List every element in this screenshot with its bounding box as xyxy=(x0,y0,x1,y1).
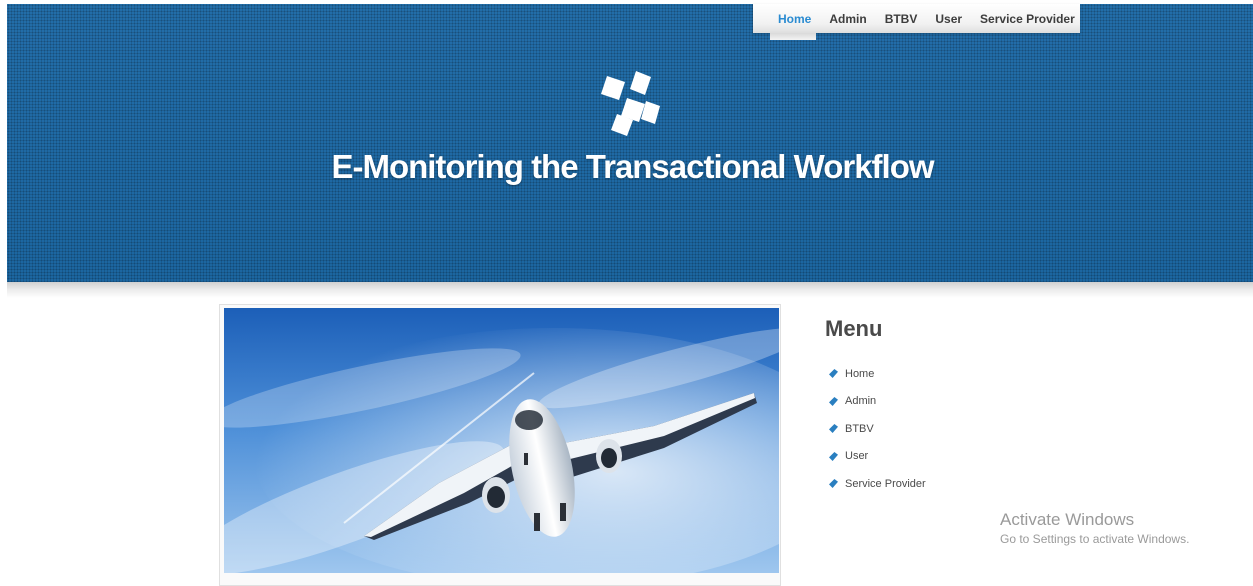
watermark-title: Activate Windows xyxy=(1000,510,1135,529)
bullet-icon xyxy=(829,479,838,489)
bullet-icon xyxy=(829,424,838,434)
bullet-icon xyxy=(829,369,838,379)
sidebar-item-user[interactable]: User xyxy=(829,443,926,471)
nav-service-provider[interactable]: Service Provider xyxy=(980,12,1075,26)
top-navigation: Home Admin BTBV User Service Provider xyxy=(753,4,1080,33)
bullet-icon xyxy=(829,451,838,461)
header-banner xyxy=(7,4,1253,282)
site-logo-icon xyxy=(601,71,660,136)
sidebar-item-label: Admin xyxy=(845,395,877,408)
sidebar-item-service-provider[interactable]: Service Provider xyxy=(829,470,926,498)
nav-admin[interactable]: Admin xyxy=(829,12,866,26)
sidebar-item-label: BTBV xyxy=(845,422,874,435)
header-shadow xyxy=(7,282,1253,298)
sidebar-item-btbv[interactable]: BTBV xyxy=(829,415,926,443)
nav-home[interactable]: Home xyxy=(778,12,811,26)
sidebar-item-home[interactable]: Home xyxy=(829,360,926,388)
sidebar-item-admin[interactable]: Admin xyxy=(829,388,926,416)
nav-btbv[interactable]: BTBV xyxy=(885,12,918,26)
sidebar-menu: Home Admin BTBV User Service Provider xyxy=(829,360,926,498)
nav-user[interactable]: User xyxy=(935,12,962,26)
sidebar-item-label: Service Provider xyxy=(845,477,926,490)
sidebar-item-label: User xyxy=(845,450,869,463)
sidebar-item-label: Home xyxy=(845,367,875,380)
activate-windows-watermark: Activate Windows Go to Settings to activ… xyxy=(1000,510,1189,546)
airplane-photo-icon xyxy=(224,308,779,573)
site-title: E-Monitoring the Transactional Workflow xyxy=(331,148,934,185)
nav-active-indicator xyxy=(770,33,816,40)
bullet-icon xyxy=(829,396,838,406)
watermark-subtitle: Go to Settings to activate Windows. xyxy=(1000,532,1190,546)
menu-title: Menu xyxy=(825,316,883,341)
